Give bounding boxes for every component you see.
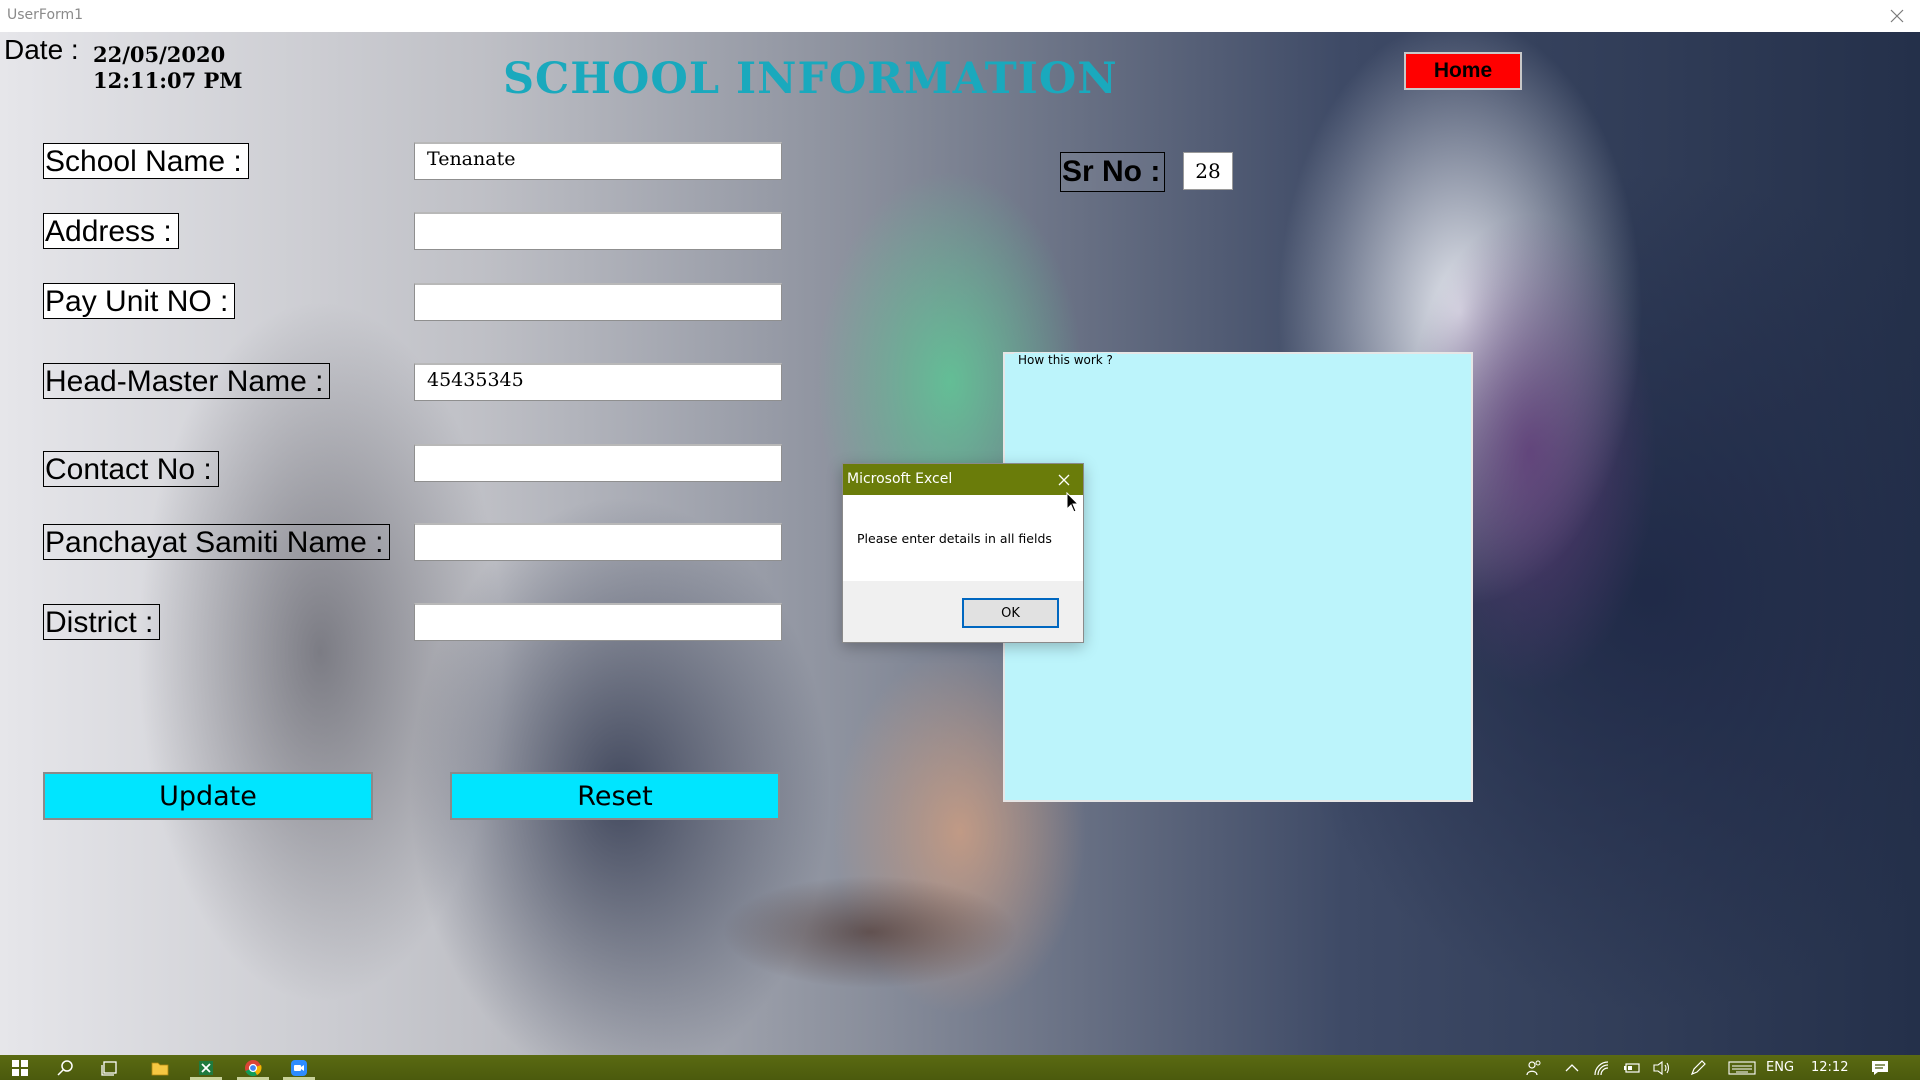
notification-icon[interactable]: [1870, 1058, 1890, 1078]
zoom-icon[interactable]: [289, 1058, 309, 1078]
windows-start-icon[interactable]: [10, 1058, 30, 1078]
keyboard-icon[interactable]: [1727, 1058, 1757, 1078]
ok-button[interactable]: OK: [962, 598, 1059, 628]
page-title: SCHOOL INFORMATION: [503, 54, 1118, 104]
wifi-icon[interactable]: [1592, 1058, 1612, 1078]
contact-no-input[interactable]: [414, 444, 782, 482]
search-icon[interactable]: [56, 1058, 76, 1078]
volume-icon[interactable]: [1652, 1058, 1672, 1078]
sr-no-label: Sr No :: [1060, 152, 1166, 192]
address-input[interactable]: [414, 212, 782, 250]
district-input[interactable]: [414, 603, 782, 641]
panchayat-samiti-name-input[interactable]: [414, 523, 782, 561]
close-icon: [1890, 9, 1904, 23]
dialog-message: Please enter details in all fields: [857, 531, 1052, 546]
date-label: Date :: [4, 34, 79, 65]
head-master-name-label: Head-Master Name :: [43, 363, 331, 399]
help-frame-caption: How this work ?: [1014, 353, 1117, 367]
window-titlebar: UserForm1: [0, 0, 1920, 33]
task-view-icon[interactable]: [100, 1058, 120, 1078]
school-name-label: School Name :: [43, 143, 249, 179]
sr-no-value: 28: [1183, 152, 1233, 190]
reset-button[interactable]: Reset: [450, 772, 780, 820]
date-value: 22/05/2020: [93, 42, 226, 67]
pay-unit-no-input[interactable]: [414, 283, 782, 321]
excel-icon[interactable]: [196, 1058, 216, 1078]
file-explorer-icon[interactable]: [150, 1058, 170, 1078]
chrome-icon[interactable]: [243, 1058, 263, 1078]
window-title: UserForm1: [7, 7, 84, 23]
pay-unit-no-label: Pay Unit NO :: [43, 283, 236, 319]
pen-icon[interactable]: [1688, 1058, 1708, 1078]
message-dialog: Microsoft Excel Please enter details in …: [842, 463, 1084, 643]
clock[interactable]: 12:12: [1811, 1060, 1848, 1075]
update-button[interactable]: Update: [43, 772, 373, 820]
panchayat-samiti-name-label: Panchayat Samiti Name :: [43, 524, 391, 560]
time-value: 12:11:07 PM: [93, 68, 243, 93]
window-close-button[interactable]: [1874, 0, 1920, 32]
head-master-name-input[interactable]: 45435345: [414, 363, 782, 401]
address-label: Address :: [43, 213, 179, 249]
language-indicator[interactable]: ENG: [1766, 1060, 1794, 1075]
mouse-cursor-icon: [1066, 492, 1080, 513]
dialog-titlebar: Microsoft Excel: [843, 464, 1083, 495]
school-name-input[interactable]: Tenanate: [414, 142, 782, 180]
taskbar: ENG 12:12: [0, 1055, 1920, 1080]
district-label: District :: [43, 604, 161, 640]
home-button[interactable]: Home: [1404, 52, 1522, 90]
dialog-title: Microsoft Excel: [847, 471, 953, 487]
battery-icon[interactable]: [1622, 1058, 1642, 1078]
contact-no-label: Contact No :: [43, 451, 219, 487]
people-icon[interactable]: [1524, 1058, 1544, 1078]
chevron-up-icon[interactable]: [1562, 1058, 1582, 1078]
close-icon: [1058, 474, 1070, 485]
dialog-close-button[interactable]: [1051, 464, 1077, 495]
